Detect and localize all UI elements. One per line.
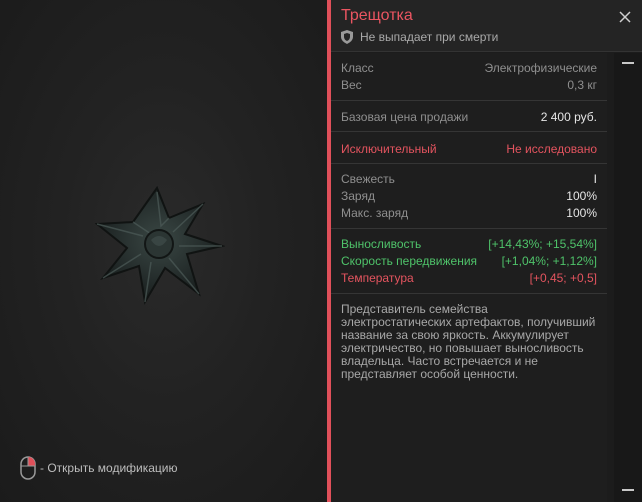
- price-row: Базовая цена продажи 2 400 руб.: [341, 109, 597, 126]
- price-value: 2 400 руб.: [540, 110, 597, 124]
- charge-label: Заряд: [341, 189, 375, 203]
- weight-row: Вес 0,3 кг: [341, 77, 597, 94]
- drop-on-death-text: Не выпадает при смерти: [360, 30, 499, 44]
- charge-value: 100%: [566, 189, 597, 203]
- effect-label: Выносливость: [341, 237, 422, 251]
- scrollbar[interactable]: [614, 53, 642, 502]
- mouse-icon: [20, 456, 36, 480]
- effect-row-speed: Скорость передвижения [+1,04%; +1,12%]: [341, 253, 597, 270]
- rarity-section: Исключительный Не исследовано: [331, 132, 607, 164]
- open-modification-hint: - Открыть модификацию: [20, 456, 178, 480]
- specs-section: Класс Электрофизические Вес 0,3 кг: [331, 53, 607, 101]
- price-label: Базовая цена продажи: [341, 110, 469, 124]
- item-header: Трещотка Не выпадает при смерти: [331, 0, 642, 52]
- item-description: Представитель семейства электростатическ…: [341, 302, 596, 381]
- freshness-label: Свежесть: [341, 172, 395, 186]
- rarity-label: Исключительный: [341, 142, 437, 156]
- freshness-row: Свежесть I: [341, 171, 597, 188]
- max-charge-label: Макс. заряд: [341, 206, 409, 220]
- scroll-top-marker: [622, 62, 634, 64]
- state-section: Свежесть I Заряд 100% Макс. заряд 100%: [331, 164, 607, 229]
- item-details: Класс Электрофизические Вес 0,3 кг Базов…: [331, 53, 607, 502]
- class-value: Электрофизические: [484, 61, 597, 75]
- effect-label: Температура: [341, 271, 414, 285]
- max-charge-value: 100%: [566, 206, 597, 220]
- hint-text: - Открыть модификацию: [40, 461, 178, 475]
- class-label: Класс: [341, 61, 374, 75]
- max-charge-row: Макс. заряд 100%: [341, 205, 597, 222]
- effect-row-stamina: Выносливость [+14,43%; +15,54%]: [341, 236, 597, 253]
- class-row: Класс Электрофизические: [341, 60, 597, 77]
- close-icon[interactable]: [618, 10, 632, 24]
- price-section: Базовая цена продажи 2 400 руб.: [331, 101, 607, 132]
- weight-label: Вес: [341, 78, 362, 92]
- effects-section: Выносливость [+14,43%; +15,54%] Скорость…: [331, 229, 607, 294]
- research-status: Не исследовано: [506, 142, 597, 156]
- freshness-value: I: [593, 172, 597, 186]
- description-section: Представитель семейства электростатическ…: [331, 294, 607, 381]
- effect-value: [+14,43%; +15,54%]: [488, 237, 597, 251]
- effect-label: Скорость передвижения: [341, 254, 478, 268]
- shield-icon: [341, 30, 353, 44]
- weight-value: 0,3 кг: [567, 78, 597, 92]
- item-title: Трещотка: [341, 7, 413, 24]
- effect-value: [+0,45; +0,5]: [529, 271, 597, 285]
- effect-row-temperature: Температура [+0,45; +0,5]: [341, 270, 597, 287]
- charge-row: Заряд 100%: [341, 188, 597, 205]
- artifact-image: [95, 185, 225, 305]
- effect-value: [+1,04%; +1,12%]: [501, 254, 597, 268]
- scroll-bottom-marker: [622, 489, 634, 491]
- item-info-panel: Трещотка Не выпадает при смерти Класс Эл…: [327, 0, 642, 502]
- item-subtitle: Не выпадает при смерти: [341, 30, 498, 44]
- rarity-row: Исключительный Не исследовано: [341, 141, 597, 158]
- artifact-preview: - Открыть модификацию: [0, 0, 327, 502]
